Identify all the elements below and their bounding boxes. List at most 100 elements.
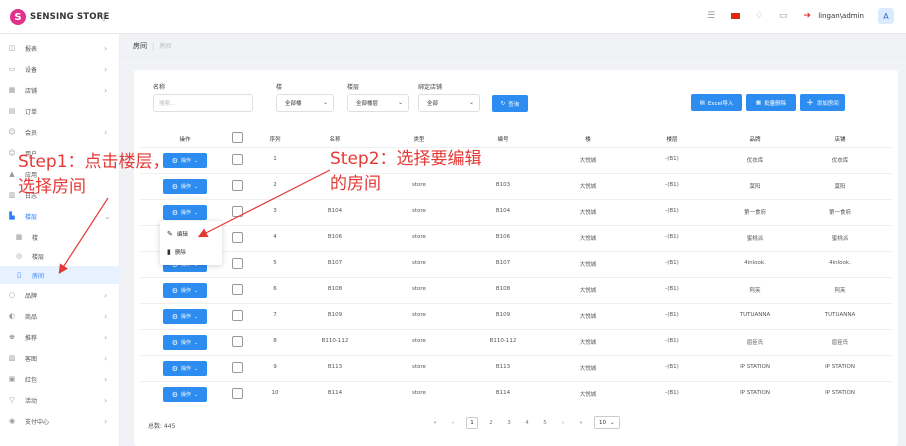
sidebar-item-reports[interactable]: ◫ 报表 › — [0, 39, 120, 57]
cell-brand: 莫阳 — [749, 184, 761, 190]
sidebar-item-stores[interactable]: ▦ 店铺 › — [0, 81, 120, 99]
cell-brand: 屈臣氏 — [746, 340, 764, 346]
chevron-down-icon: ⌄ — [322, 99, 328, 106]
chevron-down-icon: ⌄ — [194, 209, 199, 216]
cell-store: 4inlook. — [829, 260, 851, 266]
prev-page-button[interactable]: ‹ — [448, 420, 458, 426]
row-operation-button[interactable]: ⚙操作⌄ — [163, 179, 207, 194]
dropdown-delete[interactable]: ▮ 删除 — [167, 248, 186, 256]
page-size-value: 10 — [599, 419, 606, 426]
collapse-sidebar-icon[interactable]: 《 — [97, 11, 106, 24]
row-operation-button[interactable]: ⚙操作⌄ — [163, 153, 207, 168]
user-name[interactable]: lingan\admin — [818, 12, 864, 20]
first-page-button[interactable]: « — [430, 420, 440, 426]
app-icon: ▲ — [9, 170, 15, 178]
chevron-right-icon: › — [104, 353, 108, 363]
dropdown-edit[interactable]: ✎ 编辑 — [167, 230, 188, 238]
next-page-button[interactable]: › — [558, 420, 568, 426]
row-divider — [140, 147, 892, 148]
row-checkbox[interactable] — [232, 310, 243, 321]
settings-sliders-icon[interactable]: ☰ — [706, 11, 716, 21]
logo[interactable]: S SENSING STORE — [10, 9, 109, 25]
row-checkbox[interactable] — [232, 258, 243, 269]
row-checkbox[interactable] — [232, 232, 243, 243]
row-checkbox[interactable] — [232, 336, 243, 347]
sidebar-item-label: 楼层 — [32, 253, 45, 261]
building-select[interactable]: 全部楼 ⌄ — [276, 94, 334, 112]
breadcrumb: 房间 | 房间 — [133, 41, 171, 51]
sidebar-subitem-building[interactable]: ▦ 楼 — [0, 228, 120, 246]
chevron-right-icon: › — [104, 332, 108, 342]
sidebar-item-label: 设备 — [25, 66, 38, 74]
edit-icon: ✎ — [167, 230, 173, 238]
sidebar-item-recommend[interactable]: ♚ 推荐 › — [0, 328, 120, 346]
language-flag-icon[interactable] — [730, 11, 740, 21]
operation-label: 操作 — [181, 210, 192, 216]
user-icon: ☺ — [8, 149, 16, 157]
breadcrumb-sub[interactable]: 房间 — [159, 43, 171, 50]
row-checkbox[interactable] — [232, 284, 243, 295]
sidebar-item-activities[interactable]: ▽ 活动 › — [0, 391, 120, 409]
page-size-select[interactable]: 10 ⌄ — [594, 416, 620, 429]
row-checkbox[interactable] — [232, 388, 243, 399]
chevron-right-icon: › — [104, 416, 108, 426]
name-search-input[interactable]: 搜索... — [153, 94, 253, 112]
page-1-button[interactable]: 1 — [466, 416, 478, 429]
select-all-checkbox[interactable] — [232, 132, 243, 143]
step1-annotation: Step1：点击楼层， 选择房间 — [18, 150, 170, 200]
last-page-button[interactable]: » — [576, 420, 586, 426]
row-operation-button[interactable]: ⚙操作⌄ — [163, 361, 207, 376]
batch-delete-button[interactable]: ▦ 批量删除 — [746, 94, 796, 111]
row-checkbox[interactable] — [232, 180, 243, 191]
sidebar-item-devices[interactable]: ▭ 设备 › — [0, 60, 120, 78]
cell-type: store — [412, 390, 426, 396]
message-icon[interactable]: ▭ — [778, 11, 788, 21]
store-select[interactable]: 全部 ⌄ — [418, 94, 480, 112]
th-store: 店铺 — [834, 137, 846, 143]
excel-import-button[interactable]: ▤ Excel导入 — [691, 94, 742, 111]
cell-floor: -(B1) — [665, 260, 679, 266]
chevron-right-icon: › — [104, 290, 108, 300]
room-icon: ▯ — [17, 271, 21, 279]
sidebar-item-label: 活动 — [25, 397, 38, 405]
sidebar-item-orders[interactable]: ▤ 订单 — [0, 102, 120, 120]
page-5-button[interactable]: 5 — [540, 420, 550, 426]
chevron-down-icon: ⌄ — [468, 99, 474, 106]
sidebar-item-members[interactable]: ☺ 会员 › — [0, 123, 120, 141]
recommend-icon: ♚ — [8, 333, 16, 341]
cell-seq: 1 — [273, 156, 277, 162]
gear-icon: ⚙ — [171, 208, 179, 217]
step2-line2: 的房间 — [330, 174, 381, 194]
th-name: 名称 — [329, 137, 341, 143]
sidebar-item-redpackets[interactable]: ▣ 红包 › — [0, 370, 120, 388]
cell-name: B110-112 — [321, 338, 349, 344]
row-operation-button[interactable]: ⚙操作⌄ — [163, 335, 207, 350]
sidebar-item-brands[interactable]: ○ 品牌 › — [0, 286, 120, 304]
logout-arrow-icon[interactable]: ➜ — [802, 11, 812, 21]
floor-select[interactable]: 全部楼层 ⌄ — [347, 94, 409, 112]
sidebar-subitem-room[interactable]: ▯ 房间 — [0, 266, 120, 284]
row-checkbox[interactable] — [232, 362, 243, 373]
sidebar-item-label: 店铺 — [25, 87, 38, 95]
page-4-button[interactable]: 4 — [522, 420, 532, 426]
add-room-button[interactable]: + 添加房间 — [800, 94, 845, 111]
avatar[interactable]: A — [878, 8, 894, 24]
cell-building: 大悦城 — [579, 184, 597, 190]
sidebar-item-payment[interactable]: ◉ 支付中心 › — [0, 412, 120, 430]
sidebar-item-goods[interactable]: ◐ 商品 › — [0, 307, 120, 325]
sidebar-item-images[interactable]: ▧ 客图 › — [0, 349, 120, 367]
search-button[interactable]: ↻ 查询 — [492, 95, 528, 112]
logo-mark: S — [10, 9, 26, 25]
bell-icon[interactable]: ♢ — [754, 11, 764, 21]
sidebar-item-floors[interactable]: ▙ 楼层 ⌄ — [0, 207, 120, 225]
row-operation-button[interactable]: ⚙操作⌄ — [163, 387, 207, 402]
page-2-button[interactable]: 2 — [486, 420, 496, 426]
page-3-button[interactable]: 3 — [504, 420, 514, 426]
row-operation-button[interactable]: ⚙操作⌄ — [163, 309, 207, 324]
row-divider — [140, 329, 892, 330]
row-checkbox[interactable] — [232, 206, 243, 217]
row-operation-button[interactable]: ⚙操作⌄ — [163, 205, 207, 220]
row-operation-button[interactable]: ⚙操作⌄ — [163, 283, 207, 298]
sidebar-subitem-floor[interactable]: ◎ 楼层 — [0, 247, 120, 265]
row-checkbox[interactable] — [232, 154, 243, 165]
